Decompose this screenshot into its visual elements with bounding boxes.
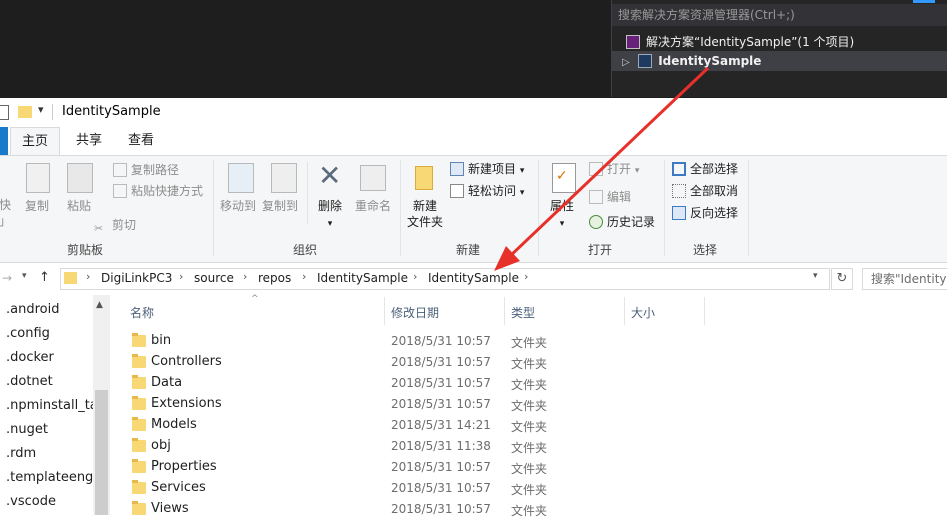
arrow-shaft	[506, 66, 710, 260]
annotation-arrow	[494, 66, 710, 271]
